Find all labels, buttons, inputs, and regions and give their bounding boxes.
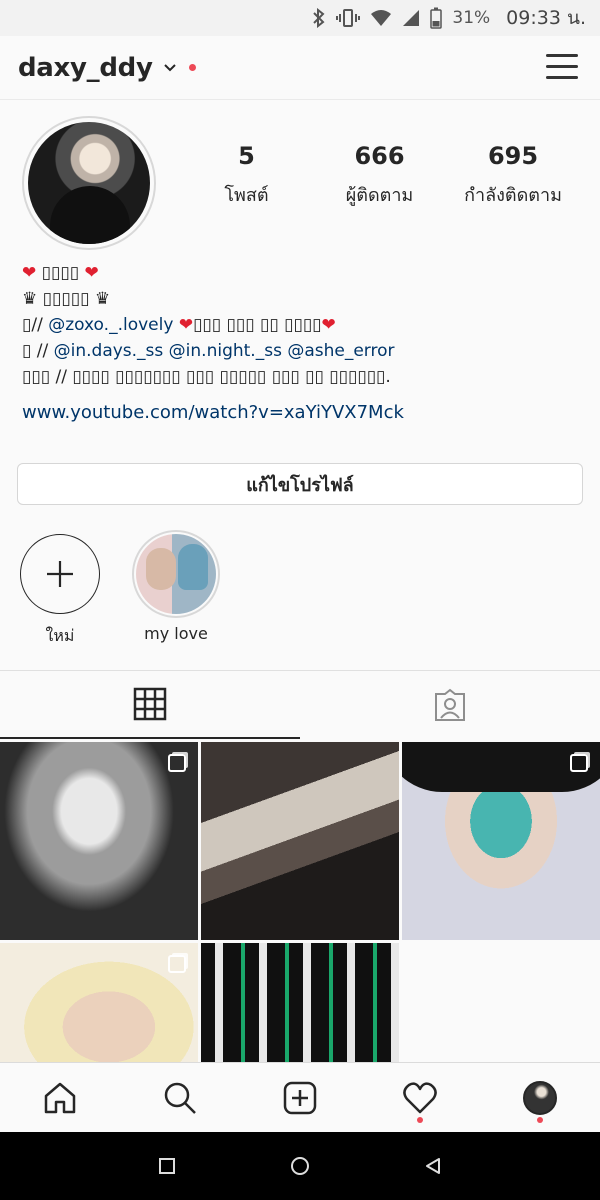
mention-links[interactable]: @in.days._ss @in.night._ss @ashe_error — [54, 341, 395, 361]
new-highlight-circle — [20, 534, 100, 614]
system-navigation-bar — [0, 1132, 600, 1200]
posts-label: โพสต์ — [224, 185, 269, 206]
posts-count: 5 — [238, 142, 255, 170]
search-icon — [164, 1082, 196, 1114]
heart-emoji-icon: ❤ — [178, 315, 194, 335]
signal-icon — [402, 9, 420, 27]
bio-line-2: ♛ ▯▯▯▯▯ ♛ — [22, 286, 582, 312]
post-thumbnail[interactable] — [402, 742, 600, 940]
wifi-icon — [370, 8, 392, 28]
carousel-icon — [570, 754, 588, 772]
crown-icon: ♛ — [94, 289, 111, 309]
nav-profile[interactable] — [480, 1063, 600, 1133]
post-thumbnail[interactable] — [201, 742, 399, 940]
profile-notification-dot — [537, 1116, 543, 1123]
home-icon — [44, 1082, 76, 1113]
followers-label: ผู้ติดตาม — [345, 185, 414, 206]
menu-line — [546, 54, 578, 57]
vibrate-icon — [336, 8, 361, 28]
heart-emoji-icon: ❤ — [22, 263, 37, 283]
grid-icon — [133, 687, 167, 721]
bio-line-4: ▯ // @in.days._ss @in.night._ss @ashe_er… — [22, 338, 582, 364]
profile-icon — [523, 1080, 557, 1115]
circle-icon — [290, 1157, 309, 1175]
bio-line-3: ▯// @zoxo._.lovely ❤▯▯▯ ▯▯▯ ▯▯ ▯▯▯▯❤ — [22, 312, 582, 338]
add-icon — [283, 1081, 317, 1114]
bio-line-5: ▯▯▯ // ▯▯▯▯ ▯▯▯▯▯▯▯ ▯▯▯ ▯▯▯▯▯ ▯▯▯ ▯▯ ▯▯▯… — [22, 367, 391, 387]
highlight-label: ใหม่ — [45, 626, 75, 645]
battery-icon — [430, 7, 443, 29]
menu-line — [546, 65, 578, 68]
bio-line-3-suffix: ▯▯▯ ▯▯▯ ▯▯ ▯▯▯▯ — [193, 315, 322, 335]
carousel-icon — [168, 955, 186, 973]
activity-notification-dot — [417, 1116, 423, 1123]
chevron-down-icon[interactable] — [163, 63, 177, 73]
bio-line-3-prefix: ▯// — [22, 315, 43, 335]
back-button[interactable] — [403, 1141, 463, 1191]
post-thumbnail[interactable] — [0, 943, 198, 1063]
bottom-navigation — [0, 1062, 600, 1132]
tab-grid[interactable] — [0, 671, 300, 739]
profile-avatar[interactable] — [22, 116, 156, 250]
followers-count: 666 — [354, 142, 405, 170]
followers-stat[interactable]: 666 ผู้ติดตาม — [313, 142, 446, 209]
battery-percent: 31% — [452, 8, 491, 28]
following-label: กำลังติดตาม — [464, 185, 562, 206]
clock: 09:33 น. — [506, 7, 586, 29]
post-thumbnail[interactable] — [0, 742, 198, 940]
bluetooth-icon — [312, 8, 326, 28]
nav-search[interactable] — [120, 1063, 240, 1133]
posts-stat[interactable]: 5 โพสต์ — [180, 142, 313, 209]
bio-line-1: ❤ ▯▯▯▯ ❤ — [22, 260, 582, 286]
profile-header: daxy_ddy — [0, 36, 600, 100]
avatar-image — [28, 122, 150, 244]
back-triangle-icon — [426, 1158, 441, 1174]
highlight-my-love[interactable]: my love — [126, 530, 226, 643]
heart-emoji-icon: ❤ — [84, 263, 99, 283]
square-icon — [158, 1158, 175, 1174]
post-thumbnail[interactable] — [201, 943, 399, 1063]
home-button[interactable] — [270, 1141, 330, 1191]
recents-button[interactable] — [137, 1141, 197, 1191]
nav-home[interactable] — [0, 1063, 120, 1133]
tab-tagged[interactable] — [300, 671, 600, 739]
bio-website-link[interactable]: www.youtube.com/watch?v=xaYiYVX7Mck — [22, 400, 582, 426]
username[interactable]: daxy_ddy — [18, 53, 153, 83]
status-bar: 31% 09:33 น. — [0, 0, 600, 36]
tagged-icon — [435, 688, 465, 721]
carousel-icon — [168, 754, 186, 772]
bio-line-4-prefix: ▯ // — [22, 341, 49, 361]
edit-profile-button[interactable]: แก้ไขโปรไฟล์ — [17, 463, 583, 505]
menu-button[interactable] — [546, 54, 578, 82]
crown-icon: ♛ — [22, 289, 38, 309]
heart-icon — [403, 1081, 437, 1113]
following-stat[interactable]: 695 กำลังติดตาม — [446, 142, 580, 209]
profile-bio: ❤ ▯▯▯▯ ❤ ♛ ▯▯▯▯▯ ♛ ▯// @zoxo._.lovely ❤▯… — [22, 260, 582, 426]
heart-emoji-icon: ❤ — [321, 315, 336, 335]
following-count: 695 — [487, 142, 539, 170]
highlight-thumbnail — [136, 534, 216, 614]
profile-stats: 5 โพสต์ 666 ผู้ติดตาม 695 กำลังติดตาม — [180, 142, 580, 209]
nav-add[interactable] — [240, 1063, 360, 1133]
profile-tabs — [0, 670, 600, 740]
plus-icon — [47, 561, 73, 587]
highlight-label: my love — [144, 624, 208, 643]
mention-link[interactable]: @zoxo._.lovely — [48, 315, 173, 335]
menu-line — [546, 76, 578, 79]
highlight-ring — [132, 530, 220, 618]
notification-dot — [188, 64, 196, 71]
bio-line-1-text: ▯▯▯▯ — [41, 263, 80, 283]
highlight-new[interactable]: ใหม่ — [10, 534, 110, 649]
nav-activity[interactable] — [360, 1063, 480, 1133]
bio-line-2-text: ▯▯▯▯▯ — [42, 289, 90, 309]
